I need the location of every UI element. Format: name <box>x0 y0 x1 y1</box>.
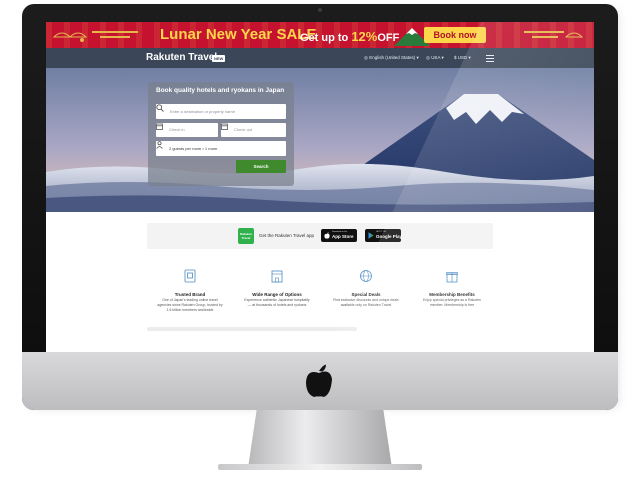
region-label: USA <box>431 55 441 60</box>
app-store-small-text: Download on the <box>332 231 348 233</box>
currency-selector[interactable]: $ USD ▾ <box>454 55 471 61</box>
camera-icon <box>318 8 322 12</box>
person-icon <box>156 141 163 149</box>
language-selector[interactable]: ◎ English (United States) ▾ <box>364 55 419 61</box>
guests-selector[interactable]: 2 guests per room • 1 room <box>156 141 286 156</box>
feature-title: Wide Range of Options <box>252 292 302 297</box>
destination-placeholder: Enter a destination or property name <box>170 109 235 114</box>
feature-title: Special Deals <box>351 292 381 297</box>
feature-title: Trusted Brand <box>174 292 206 297</box>
region-selector[interactable]: ◎ USA ▾ <box>426 55 444 61</box>
calendar-icon <box>156 123 163 130</box>
app-download-strip: Rakuten Travel Get the Rakuten Travel ap… <box>147 223 493 249</box>
new-badge: NEW <box>212 55 226 62</box>
google-play-label: Google Play <box>376 234 403 239</box>
search-button[interactable]: Search <box>236 160 286 173</box>
globe-icon <box>360 270 372 282</box>
language-label: English (United States) <box>369 55 416 60</box>
app-logo-text-2: Travel <box>241 236 251 240</box>
brand-name: Rakuten Travel <box>146 52 218 63</box>
search-icon <box>156 104 164 112</box>
search-title: Book quality hotels and ryokans in Japan <box>156 87 285 94</box>
currency-label: USD <box>457 55 468 60</box>
checkin-field[interactable]: Check in <box>156 123 218 137</box>
promo-title: Lunar New Year SALE <box>160 26 317 43</box>
promo-subtitle: Get up to 12%OFF <box>300 29 399 44</box>
guests-value: 2 guests per room • 1 room <box>169 146 218 151</box>
monitor-stand-base <box>218 464 422 470</box>
top-nav: Rakuten Travel NEW ◎ English (United Sta… <box>46 48 594 68</box>
feature-description: Enjoy special privileges as a Rakuten me… <box>423 298 481 308</box>
google-play-button[interactable]: GET IT ON Google Play <box>365 229 403 242</box>
promo-banner[interactable]: Lunar New Year SALE Get up to 12%OFF Boo… <box>46 22 594 48</box>
calendar-icon <box>221 123 228 130</box>
hero-image: Book quality hotels and ryokans in Japan… <box>46 68 594 212</box>
promo-percent: 12% <box>351 29 378 44</box>
gift-icon <box>446 272 458 283</box>
monitor-stand <box>248 410 392 468</box>
rakuten-travel-app-logo: Rakuten Travel <box>238 228 254 244</box>
promo-subtitle-prefix: Get up to <box>300 32 352 44</box>
hamburger-menu-icon[interactable] <box>486 55 494 62</box>
app-promo-text: Get the Rakuten Travel app <box>259 233 315 238</box>
content-divider <box>147 327 357 331</box>
browser-screen: Lunar New Year SALE Get up to 12%OFF Boo… <box>46 22 594 352</box>
destination-input[interactable]: Enter a destination or property name <box>156 104 286 119</box>
search-card: Book quality hotels and ryokans in Japan… <box>148 82 294 186</box>
cloud-ornament-icon <box>52 31 138 42</box>
checkout-placeholder: Check out <box>234 127 253 132</box>
checkin-placeholder: Check in <box>169 127 185 132</box>
checkout-field[interactable]: Check out <box>221 123 286 137</box>
feature-description: Find exclusive discounts and unique deal… <box>333 298 399 308</box>
google-play-small-text: GET IT ON <box>376 231 386 233</box>
book-now-button[interactable]: Book now <box>424 27 486 43</box>
apple-logo-icon <box>306 364 332 397</box>
mount-fuji-photo <box>46 68 594 212</box>
feature-description: One of Japan's leading online travel age… <box>157 298 223 313</box>
apple-icon <box>324 232 330 239</box>
brand-logo[interactable]: Rakuten Travel <box>146 52 217 63</box>
app-store-label: App Store <box>332 234 354 239</box>
cloud-ornament-icon <box>524 31 584 38</box>
shield-icon <box>184 269 196 283</box>
feature-description: Experience authentic Japanese hospitalit… <box>244 298 310 308</box>
play-icon <box>368 232 374 239</box>
building-icon <box>271 270 283 283</box>
app-store-button[interactable]: Download on the App Store <box>321 229 357 242</box>
feature-title: Membership Benefits <box>429 292 475 297</box>
